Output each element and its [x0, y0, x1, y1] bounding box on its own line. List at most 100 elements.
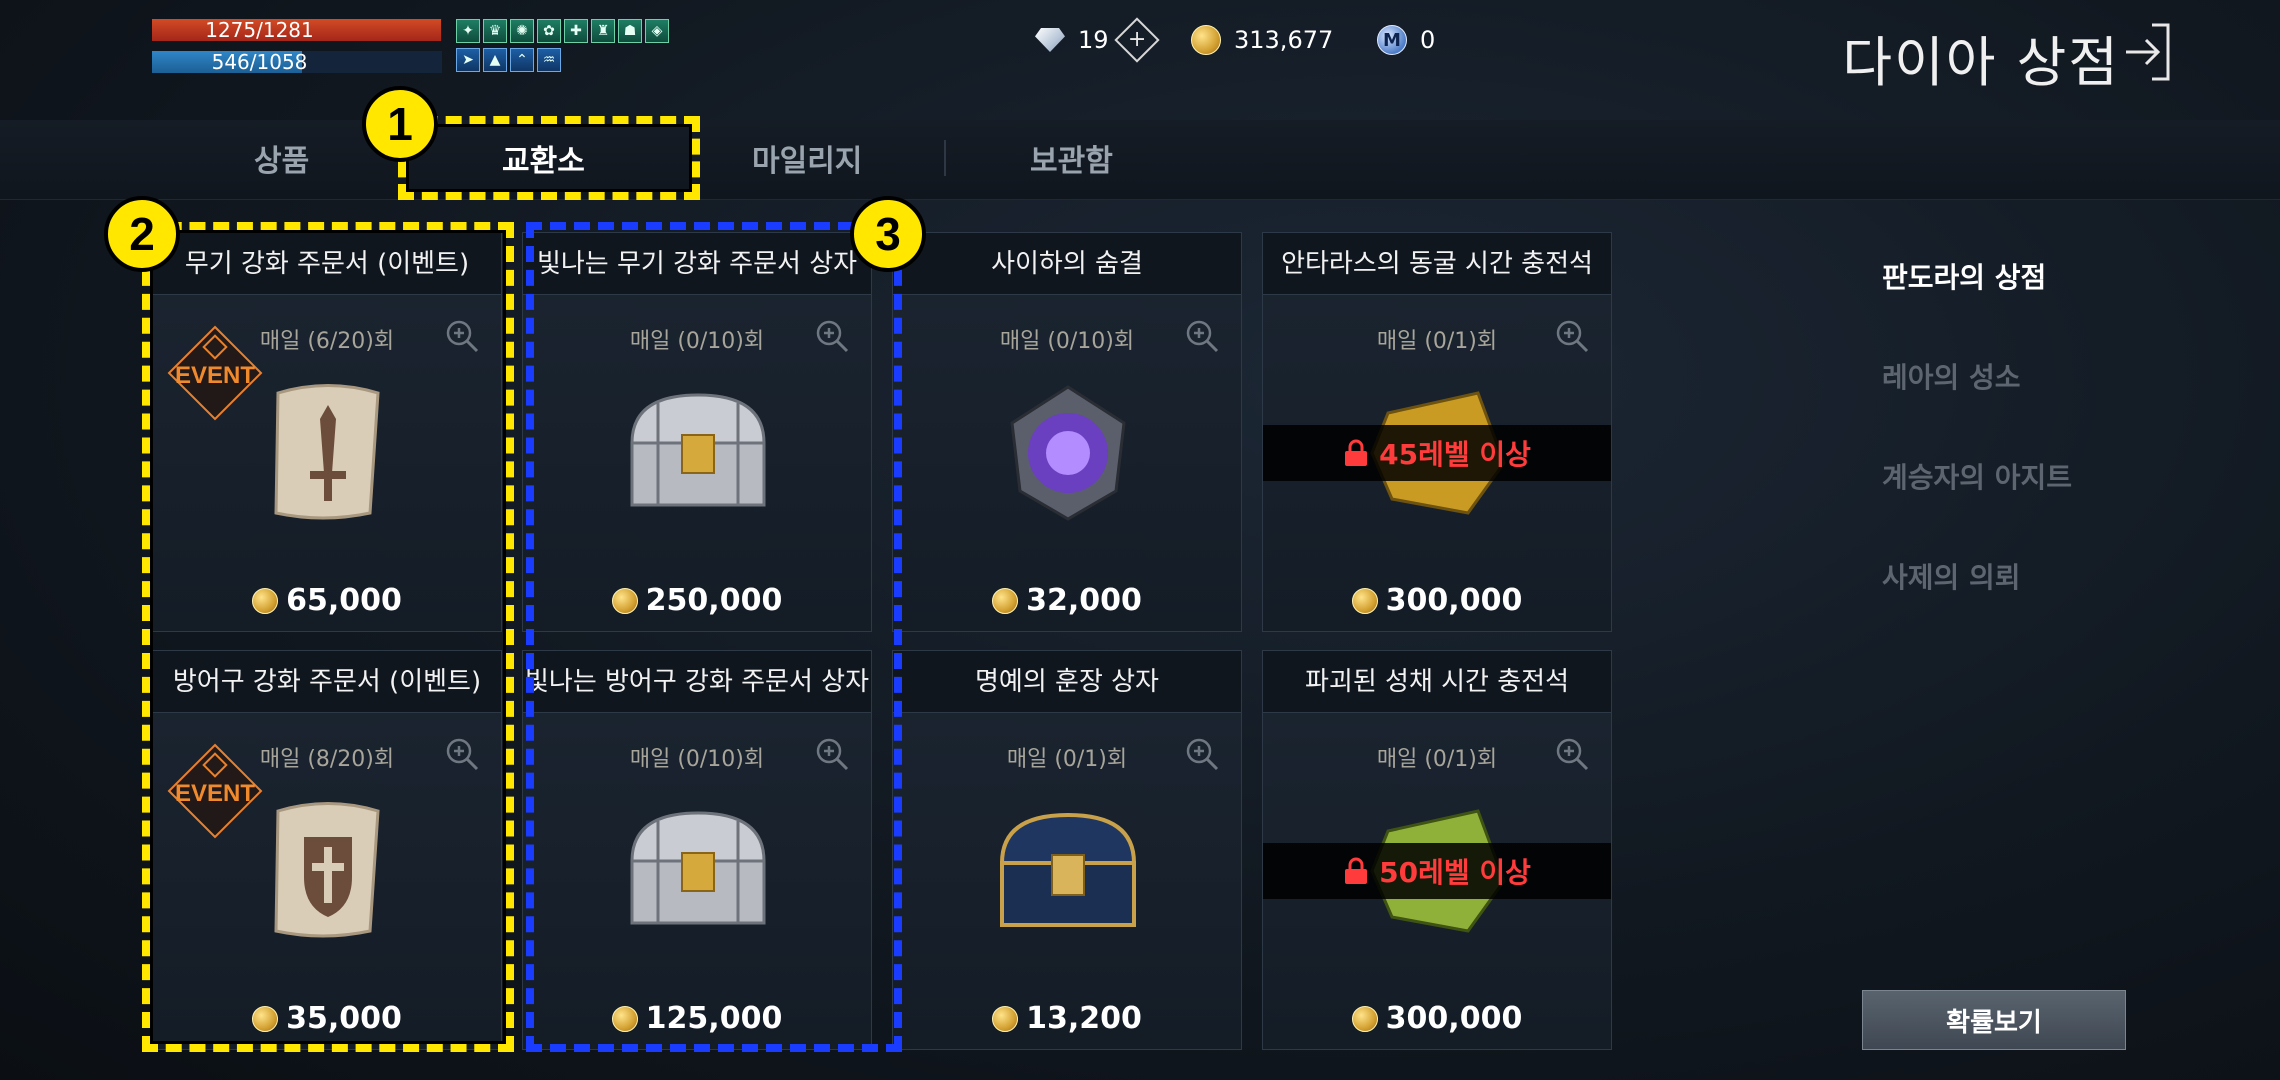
zoom-icon[interactable]	[815, 319, 849, 353]
weapon-scroll-icon	[274, 384, 380, 520]
price-amount: 300,000	[1385, 583, 1523, 618]
gold-coin-icon	[992, 587, 1019, 614]
event-label: EVENT	[175, 780, 255, 807]
gold-coin-icon	[252, 587, 279, 614]
level-lock-banner: 45레벨 이상	[1263, 425, 1611, 481]
gold-coin-icon	[611, 1005, 638, 1032]
blue-chest-icon	[999, 812, 1137, 927]
item-name: 사이하의 숨결	[893, 233, 1241, 295]
buff-icon[interactable]: ✺	[510, 19, 534, 43]
level-lock-banner: 50레벨 이상	[1263, 843, 1611, 899]
gold-coin-icon	[1190, 24, 1222, 56]
buff-icon[interactable]: ☗	[618, 19, 642, 43]
buff-icon[interactable]: ◈	[645, 19, 669, 43]
price-amount: 125,000	[645, 1001, 783, 1036]
mileage-amount: 0	[1420, 26, 1436, 54]
page-title: 다이아 상점	[1842, 31, 2120, 94]
item-card[interactable]: 방어구 강화 주문서 (이벤트) EVENT 매일 (8/20)회 35,000	[152, 650, 502, 1050]
zoom-icon[interactable]	[445, 319, 479, 353]
price-amount: 65,000	[286, 583, 402, 618]
price: 300,000	[1263, 1001, 1611, 1036]
buff-row-2: ➤ ▲ ⌃ ♒	[456, 48, 561, 72]
sidebar-item-rea-sanctuary[interactable]: 레아의 성소	[1882, 356, 2021, 396]
buff-icon[interactable]: ✿	[537, 19, 561, 43]
price-amount: 250,000	[645, 583, 783, 618]
view-probability-button[interactable]: 확률보기	[1862, 990, 2126, 1050]
event-label: EVENT	[175, 362, 255, 389]
hp-bar: 1275/1281	[152, 19, 442, 41]
price: 65,000	[153, 583, 501, 618]
zoom-icon[interactable]	[1185, 319, 1219, 353]
item-card[interactable]: 사이하의 숨결 매일 (0/10)회 32,000	[892, 232, 1242, 632]
add-diamond-button[interactable]: +	[1113, 17, 1160, 63]
price-amount: 35,000	[286, 1001, 402, 1036]
lock-icon	[1345, 857, 1368, 884]
price: 125,000	[523, 1001, 871, 1036]
buff-icon[interactable]: ♛	[483, 19, 507, 43]
buff-row-1: ✦ ♛ ✺ ✿ ✚ ♜ ☗ ◈	[456, 19, 669, 43]
level-requirement: 50레벨 이상	[1379, 856, 1531, 889]
price: 35,000	[153, 1001, 501, 1036]
zoom-icon[interactable]	[1555, 319, 1589, 353]
item-name: 무기 강화 주문서 (이벤트)	[153, 233, 501, 295]
item-name: 파괴된 성채 시간 충전석	[1263, 651, 1611, 713]
buff-icon[interactable]: ♒	[537, 48, 561, 72]
item-name: 안타라스의 동굴 시간 충전석	[1263, 233, 1611, 295]
buff-icon[interactable]: ▲	[483, 48, 507, 72]
gold-coin-icon	[1351, 587, 1378, 614]
gold-coin-icon	[611, 587, 638, 614]
armor-scroll-icon	[274, 802, 380, 938]
item-card[interactable]: 파괴된 성채 시간 충전석 매일 (0/1)회 50레벨 이상 300,000	[1262, 650, 1612, 1050]
gold-coin-icon	[252, 1005, 279, 1032]
sidebar-item-priest-request[interactable]: 사제의 의뢰	[1882, 556, 2021, 596]
price: 250,000	[523, 583, 871, 618]
zoom-icon[interactable]	[1555, 737, 1589, 771]
gold-amount: 313,677	[1234, 26, 1334, 54]
plus-icon: +	[1127, 27, 1146, 52]
price: 300,000	[1263, 583, 1611, 618]
hp-text: 1275/1281	[205, 18, 314, 42]
zoom-icon[interactable]	[445, 737, 479, 771]
diamond-icon	[1034, 24, 1066, 56]
item-card[interactable]: 빛나는 방어구 강화 주문서 상자 매일 (0/10)회 125,000	[522, 650, 872, 1050]
level-requirement: 45레벨 이상	[1379, 438, 1531, 471]
price-amount: 13,200	[1026, 1001, 1142, 1036]
tab-exchange[interactable]: 교환소	[502, 136, 585, 180]
diamond-amount: 19	[1078, 26, 1109, 54]
sidebar-item-pandora-shop[interactable]: 판도라의 상점	[1882, 256, 2046, 296]
silver-chest-icon	[630, 393, 766, 507]
item-card[interactable]: 빛나는 무기 강화 주문서 상자 매일 (0/10)회 250,000	[522, 232, 872, 632]
zoom-icon[interactable]	[815, 737, 849, 771]
marker-2: 2	[104, 196, 180, 272]
gold-currency: 313,677	[1190, 24, 1333, 56]
item-name: 빛나는 방어구 강화 주문서 상자	[523, 651, 871, 713]
gold-coin-icon	[992, 1005, 1019, 1032]
mileage-coin-icon: M	[1376, 24, 1408, 56]
sidebar-item-heir-hideout[interactable]: 계승자의 아지트	[1882, 456, 2072, 496]
item-card[interactable]: 명예의 훈장 상자 매일 (0/1)회 13,200	[892, 650, 1242, 1050]
exit-icon[interactable]	[2124, 22, 2172, 82]
item-name: 빛나는 무기 강화 주문서 상자	[523, 233, 871, 295]
item-name: 방어구 강화 주문서 (이벤트)	[153, 651, 501, 713]
tab-products[interactable]: 상품	[254, 136, 309, 180]
silver-chest-icon	[630, 811, 766, 925]
gold-coin-icon	[1351, 1005, 1378, 1032]
tab-divider	[944, 140, 946, 176]
tab-bar	[0, 120, 2280, 200]
tab-storage[interactable]: 보관함	[1030, 136, 1113, 180]
price-amount: 300,000	[1385, 1001, 1523, 1036]
marker-3: 3	[850, 196, 926, 272]
buff-icon[interactable]: ➤	[456, 48, 480, 72]
purple-gem-icon	[1010, 385, 1126, 521]
zoom-icon[interactable]	[1185, 737, 1219, 771]
buff-icon[interactable]: ⌃	[510, 48, 534, 72]
diamond-currency: 19 +	[1034, 17, 1160, 63]
mp-bar: 546/1058	[152, 51, 442, 73]
price: 13,200	[893, 1001, 1241, 1036]
buff-icon[interactable]: ♜	[591, 19, 615, 43]
buff-icon[interactable]: ✦	[456, 19, 480, 43]
tab-mileage[interactable]: 마일리지	[752, 136, 862, 180]
item-card[interactable]: 무기 강화 주문서 (이벤트) EVENT 매일 (6/20)회 65,000	[152, 232, 502, 632]
item-card[interactable]: 안타라스의 동굴 시간 충전석 매일 (0/1)회 45레벨 이상 300,00…	[1262, 232, 1612, 632]
buff-icon[interactable]: ✚	[564, 19, 588, 43]
